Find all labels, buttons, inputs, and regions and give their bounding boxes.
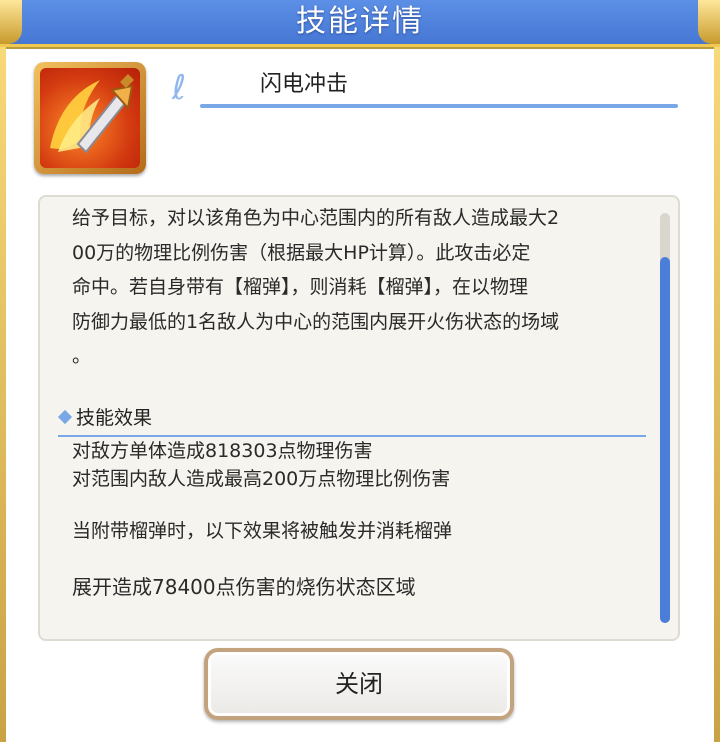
dialog-title: 技能详情: [296, 4, 424, 39]
close-button-label: 关闭: [335, 670, 383, 698]
diamond-bullet-icon: [57, 409, 73, 425]
dialog-header: 技能详情: [0, 0, 720, 47]
description-line: 00万的物理比例伤害（根据最大HP计算）。此攻击必定: [72, 241, 531, 264]
effect-line: 对敌方单体造成818303点物理伤害: [72, 440, 373, 462]
description-line: 防御力最低的1名敌人为中心的范围内展开火伤状态的场域: [72, 310, 560, 333]
description-panel[interactable]: 给予目标，对以该角色为中心范围内的所有敌人造成最大2 00万的物理比例伤害（根据…: [38, 195, 680, 641]
skill-name: 闪电冲击: [260, 72, 349, 97]
skill-icon-frame: [34, 62, 146, 174]
name-underline: [200, 104, 678, 108]
effect-line: 对范围内敌人造成最高200万点物理比例伤害: [72, 468, 451, 490]
effects-section-header: 技能效果: [54, 401, 646, 437]
description-line: 命中。若自身带有【榴弹】，则消耗【榴弹】，在以物理: [72, 276, 529, 298]
scrollbar-thumb[interactable]: [660, 257, 670, 623]
skill-name-bar: ℓ 闪电冲击: [168, 66, 678, 110]
effects-header-label: 技能效果: [76, 407, 153, 429]
description-line: 。: [72, 345, 92, 367]
swirl-ornament-icon: ℓ: [172, 68, 187, 108]
frame-border-right: [714, 47, 720, 742]
effect-line: 展开造成78400点伤害的烧伤状态区域: [72, 575, 416, 599]
effect-line: 当附带榴弹时，以下效果将被触发并消耗榴弹: [72, 520, 453, 542]
frame-border-left: [0, 47, 6, 742]
flaming-sword-icon: [40, 68, 140, 168]
skill-description: 给予目标，对以该角色为中心范围内的所有敌人造成最大2 00万的物理比例伤害（根据…: [72, 201, 642, 374]
skill-detail-dialog: 技能详情 ℓ 闪电冲击 给予目标，对以该角色为中心范围内的所有敌人造成最大2 0…: [0, 0, 720, 742]
description-line: 给予目标，对以该角色为中心范围内的所有敌人造成最大2: [72, 207, 560, 229]
close-button[interactable]: 关闭: [204, 648, 514, 720]
